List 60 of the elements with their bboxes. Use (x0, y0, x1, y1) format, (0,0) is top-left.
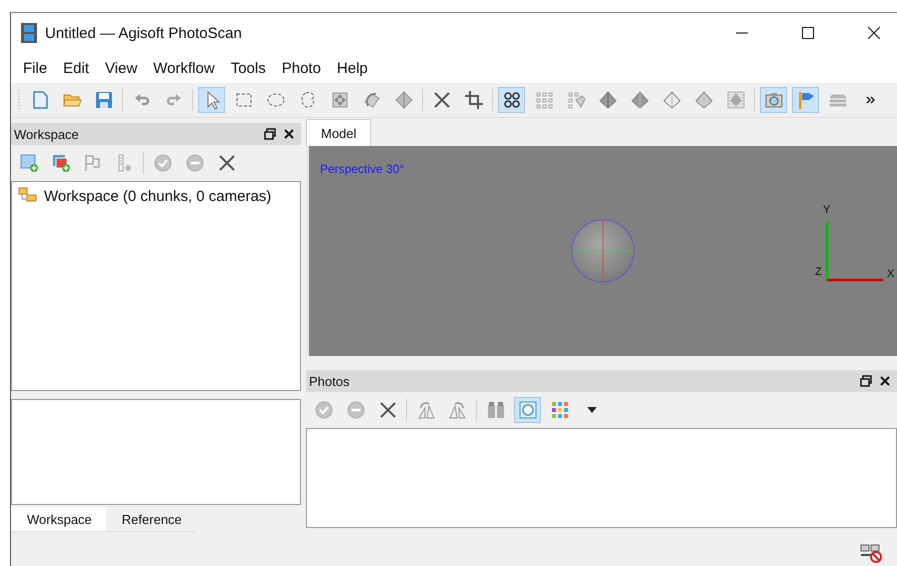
add-chunk-icon (50, 153, 70, 173)
pyramid-icon (694, 90, 714, 110)
float-panel-icon[interactable] (860, 375, 872, 387)
four-dots-icon (502, 90, 522, 110)
axes-drawing (825, 222, 885, 282)
axis-label: Z (815, 266, 822, 278)
panel-title: Photos (309, 374, 350, 388)
maximize-icon (802, 27, 814, 39)
model-viewport[interactable]: Perspective 30° Y Z X (306, 146, 897, 356)
delete-icon (378, 400, 398, 420)
menu-item[interactable]: Workflow (145, 60, 223, 76)
tab[interactable]: Workspace (11, 507, 106, 532)
menu-item[interactable]: File (15, 60, 56, 76)
close-icon (868, 27, 880, 39)
tab[interactable]: Model (306, 119, 372, 146)
add-photos-icon (18, 153, 38, 173)
pyramid-icon (598, 90, 618, 110)
projection-label: Perspective 30° (320, 162, 404, 176)
rotate-photo-icon (416, 400, 436, 420)
network-offline-icon (859, 543, 883, 563)
checkmark-circle-icon (314, 400, 334, 420)
tree-item[interactable]: Workspace (0 chunks, 0 cameras) (12, 182, 300, 210)
checkmark-circle-icon (152, 153, 172, 173)
menu-item[interactable]: Help (328, 60, 376, 76)
dropdown-arrow-icon (586, 407, 596, 413)
crop-icon (464, 90, 484, 110)
toolbar-grip-icon (17, 88, 21, 112)
close-panel-icon[interactable] (283, 128, 295, 140)
window-title: Untitled — Agisoft PhotoScan (45, 24, 242, 42)
minus-circle-icon (184, 153, 204, 173)
float-panel-icon[interactable] (264, 128, 276, 140)
scale-object-icon (394, 90, 414, 110)
menu-item[interactable]: Photo (274, 60, 329, 76)
panel-title: Workspace (14, 126, 79, 142)
camera-icon (764, 90, 784, 110)
menu-item[interactable]: View (97, 60, 146, 76)
pyramid-icon (662, 90, 682, 110)
trackball-sphere-icon[interactable] (570, 218, 636, 284)
pyramid-icon (630, 90, 650, 110)
minus-circle-icon (346, 400, 366, 420)
close-panel-icon[interactable] (879, 375, 891, 387)
rotate-photo-icon (448, 400, 468, 420)
rotate-object-icon (362, 90, 382, 110)
move-object-icon (330, 90, 350, 110)
axis-label: X (887, 268, 894, 280)
menu-item[interactable]: Tools (222, 60, 274, 76)
menu-item[interactable]: Edit (55, 60, 98, 76)
toolbar-button[interactable] (498, 87, 525, 113)
mask-icon (518, 400, 538, 420)
tiled-model-icon (726, 90, 746, 110)
delete-icon (216, 153, 236, 173)
color-grid-icon (550, 400, 570, 420)
binoculars-icon (486, 400, 506, 420)
flag-marker-icon (82, 153, 102, 173)
tagged-grid-icon (566, 90, 586, 110)
dot-grid-icon (534, 90, 554, 110)
axis-label: Y (823, 204, 830, 216)
tree-item-label: Workspace (0 chunks, 0 cameras) (44, 188, 272, 204)
film-strip-icon (21, 23, 37, 43)
delete-icon (432, 90, 452, 110)
